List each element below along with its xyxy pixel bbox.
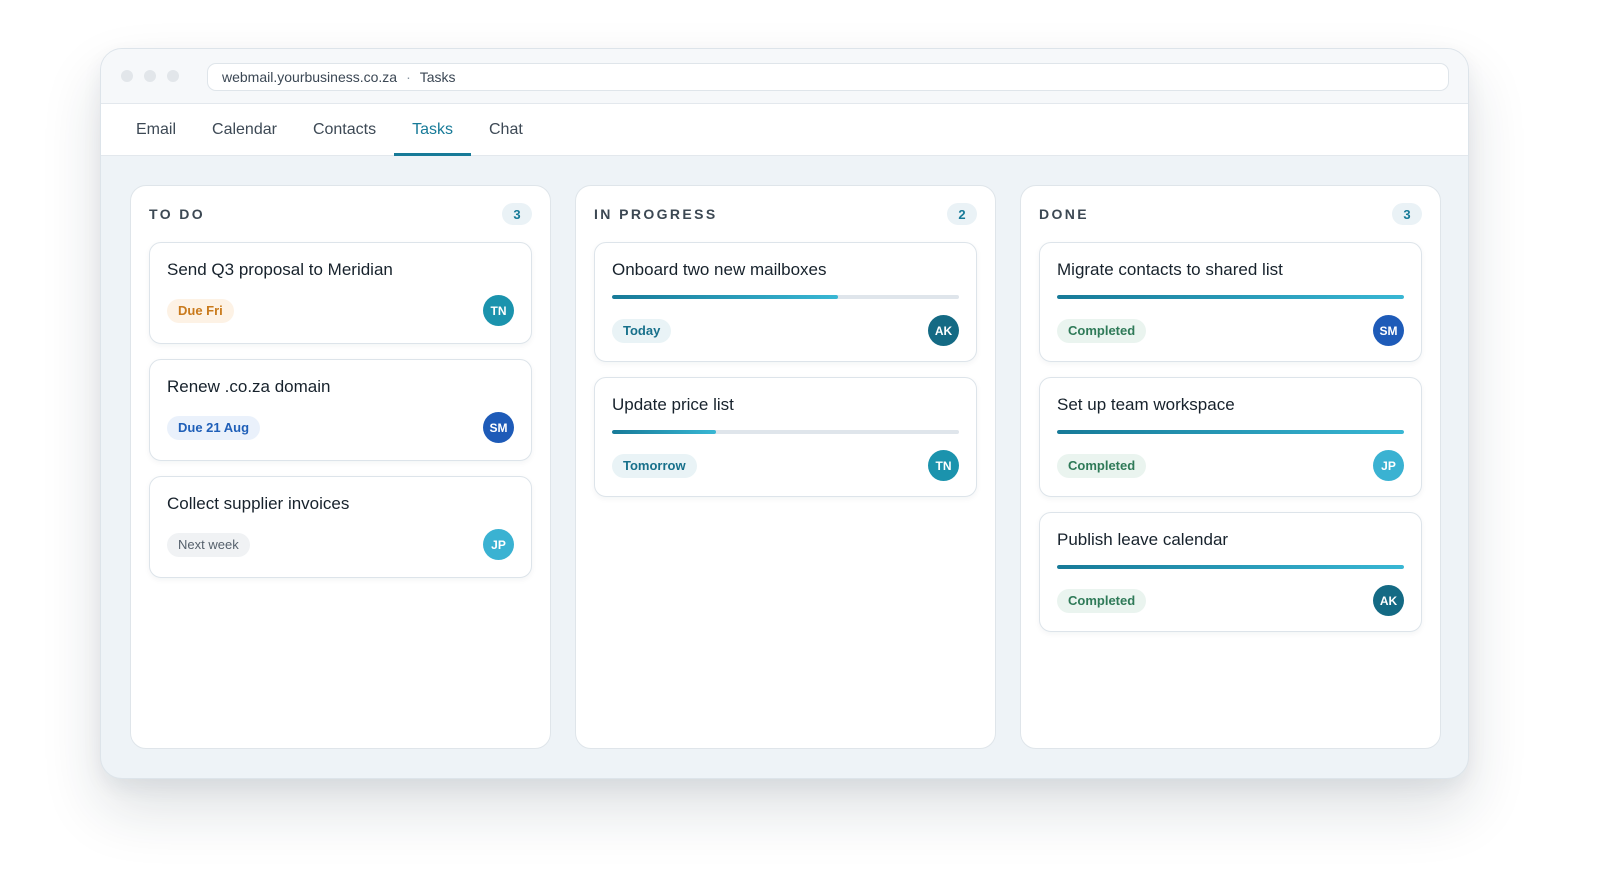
task-card[interactable]: Onboard two new mailboxes Today AK — [594, 242, 977, 362]
column-header: DONE 3 — [1039, 186, 1422, 242]
task-card[interactable]: Migrate contacts to shared list Complete… — [1039, 242, 1422, 362]
tab-calendar[interactable]: Calendar — [194, 104, 295, 155]
column-count-badge: 3 — [1392, 203, 1422, 225]
task-title: Set up team workspace — [1057, 395, 1235, 414]
assignee-avatar[interactable]: TN — [928, 450, 959, 481]
task-footer: Due 21 Aug SM — [167, 412, 514, 443]
tab-tasks[interactable]: Tasks — [394, 104, 471, 156]
address-separator: · — [406, 69, 411, 85]
task-card[interactable]: Collect supplier invoices Next week JP — [149, 476, 532, 578]
column-title: DONE — [1039, 206, 1090, 222]
assignee-avatar[interactable]: AK — [928, 315, 959, 346]
task-card[interactable]: Publish leave calendar Completed AK — [1039, 512, 1422, 632]
task-footer: Completed SM — [1057, 315, 1404, 346]
due-chip: Today — [612, 318, 672, 343]
task-footer: Completed JP — [1057, 450, 1404, 481]
address-url: webmail.yourbusiness.co.za — [222, 69, 398, 85]
progress-bar — [1057, 295, 1404, 299]
address-page-name: Tasks — [419, 69, 456, 85]
task-footer: Due Fri TN — [167, 295, 514, 326]
assignee-avatar[interactable]: JP — [1373, 450, 1404, 481]
due-chip: Tomorrow — [612, 453, 697, 478]
due-chip: Due 21 Aug — [167, 415, 261, 440]
due-chip: Next week — [167, 532, 250, 557]
column-title: TO DO — [149, 206, 206, 222]
task-footer: Completed AK — [1057, 585, 1404, 616]
window-close-dot[interactable] — [121, 70, 133, 82]
column-title: IN PROGRESS — [594, 206, 718, 222]
task-title: Publish leave calendar — [1057, 530, 1229, 549]
progress-fill — [612, 430, 717, 434]
task-title: Renew .co.za domain — [167, 377, 331, 396]
progress-fill — [1057, 430, 1404, 434]
due-chip: Due Fri — [167, 298, 234, 323]
browser-window: webmail.yourbusiness.co.za · Tasks Email… — [100, 48, 1469, 779]
task-footer: Today AK — [612, 315, 959, 346]
status-chip: Completed — [1057, 318, 1147, 343]
column-todo: TO DO 3 Send Q3 proposal to Meridian Due… — [130, 185, 551, 749]
progress-fill — [1057, 295, 1404, 299]
task-title: Send Q3 proposal to Meridian — [167, 260, 393, 279]
tab-contacts[interactable]: Contacts — [295, 104, 394, 155]
tab-chat[interactable]: Chat — [471, 104, 541, 155]
task-card[interactable]: Update price list Tomorrow TN — [594, 377, 977, 497]
assignee-avatar[interactable]: AK — [1373, 585, 1404, 616]
column-count-badge: 2 — [947, 203, 977, 225]
assignee-avatar[interactable]: JP — [483, 529, 514, 560]
kanban-board: TO DO 3 Send Q3 proposal to Meridian Due… — [130, 185, 1441, 749]
task-title: Collect supplier invoices — [167, 494, 350, 513]
status-chip: Completed — [1057, 588, 1147, 613]
column-done: DONE 3 Migrate contacts to shared list C… — [1020, 185, 1441, 749]
window-maximize-dot[interactable] — [167, 70, 179, 82]
column-count-badge: 3 — [502, 203, 532, 225]
progress-bar — [1057, 430, 1404, 434]
assignee-avatar[interactable]: SM — [1373, 315, 1404, 346]
address-bar[interactable]: webmail.yourbusiness.co.za · Tasks — [207, 63, 1449, 91]
assignee-avatar[interactable]: SM — [483, 412, 514, 443]
task-card[interactable]: Send Q3 proposal to Meridian Due Fri TN — [149, 242, 532, 344]
progress-bar — [1057, 565, 1404, 569]
progress-fill — [612, 295, 838, 299]
task-card[interactable]: Renew .co.za domain Due 21 Aug SM — [149, 359, 532, 461]
progress-bar — [612, 430, 959, 434]
task-footer: Next week JP — [167, 529, 514, 560]
progress-bar — [612, 295, 959, 299]
task-card[interactable]: Set up team workspace Completed JP — [1039, 377, 1422, 497]
title-bar: webmail.yourbusiness.co.za · Tasks — [101, 49, 1468, 104]
tab-email[interactable]: Email — [118, 104, 194, 155]
task-title: Update price list — [612, 395, 734, 414]
status-chip: Completed — [1057, 453, 1147, 478]
task-title: Onboard two new mailboxes — [612, 260, 827, 279]
progress-fill — [1057, 565, 1404, 569]
assignee-avatar[interactable]: TN — [483, 295, 514, 326]
column-header: IN PROGRESS 2 — [594, 186, 977, 242]
task-title: Migrate contacts to shared list — [1057, 260, 1283, 279]
window-minimize-dot[interactable] — [144, 70, 156, 82]
app-nav: Email Calendar Contacts Tasks Chat — [101, 104, 1468, 156]
column-in-progress: IN PROGRESS 2 Onboard two new mailboxes … — [575, 185, 996, 749]
column-header: TO DO 3 — [149, 186, 532, 242]
task-footer: Tomorrow TN — [612, 450, 959, 481]
